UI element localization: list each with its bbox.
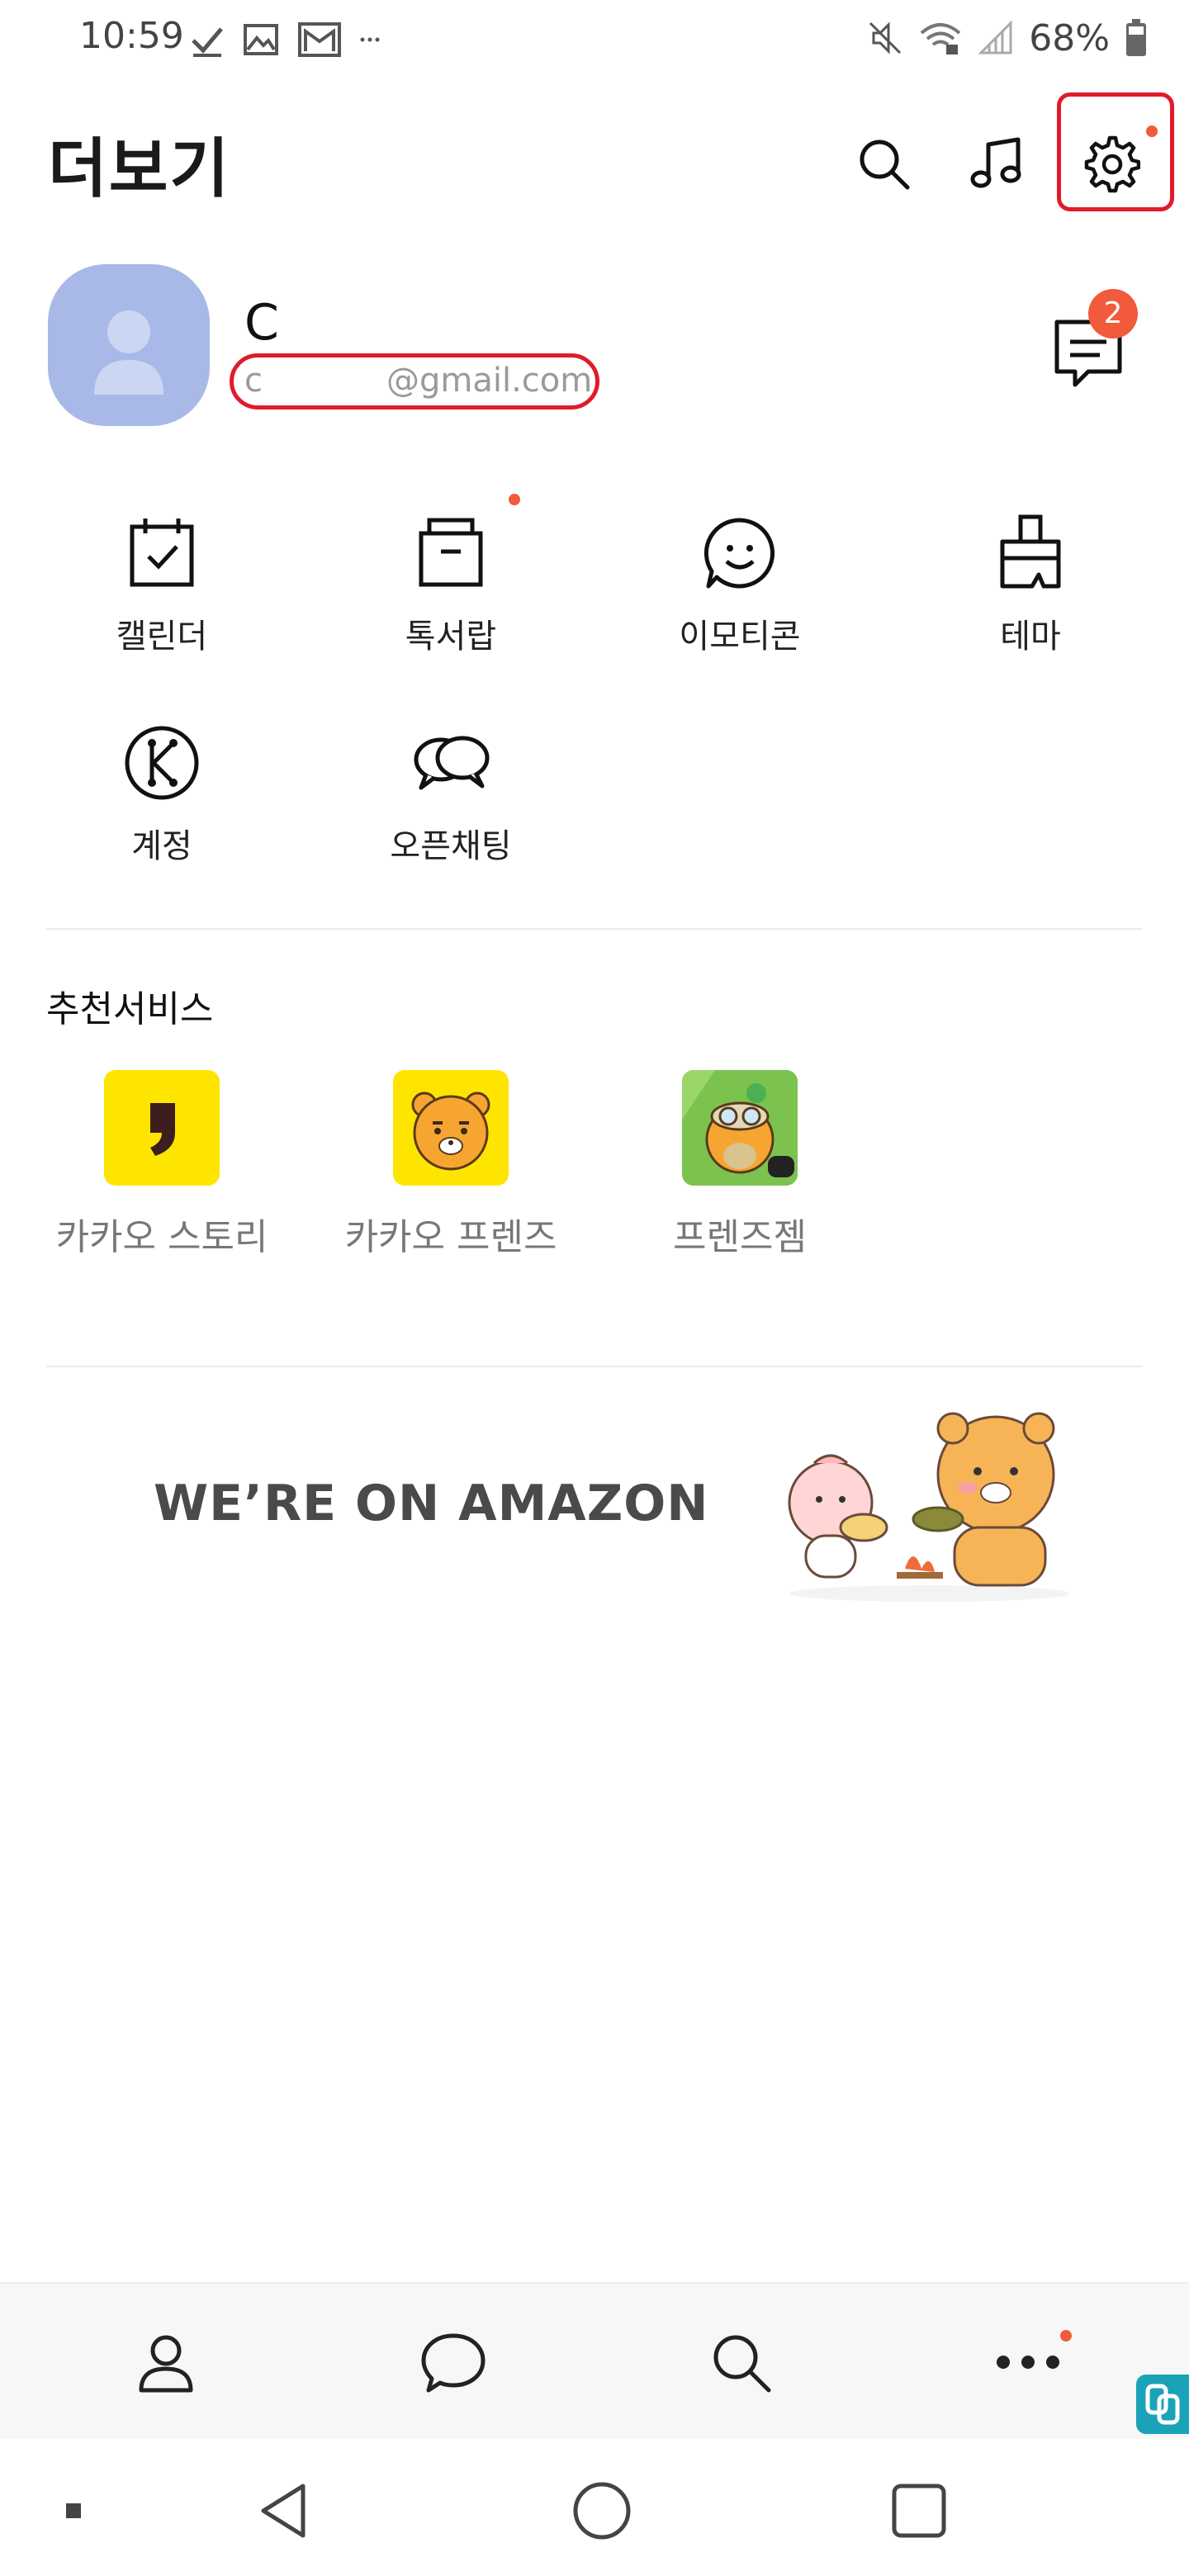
nav-more[interactable] [983, 2317, 1073, 2408]
section-divider [46, 1366, 1143, 1367]
nav-friends[interactable] [121, 2317, 211, 2408]
unread-badge: 2 [1088, 289, 1138, 339]
sys-back-button[interactable] [248, 2474, 322, 2548]
theme-brush-icon [1000, 514, 1061, 589]
more-notification-dot [1060, 2330, 1072, 2342]
search-button[interactable] [844, 124, 923, 203]
menu-label: 계정 [131, 827, 192, 865]
gmail-icon [298, 22, 341, 57]
bottom-navigation [0, 2282, 1189, 2439]
battery-percent: 68% [1029, 17, 1110, 59]
view-search-icon [713, 2335, 771, 2393]
nav-view[interactable] [695, 2317, 786, 2408]
page-title: 더보기 [48, 132, 231, 206]
settings-highlight-box [1057, 92, 1174, 211]
friends-gem-icon [682, 1070, 798, 1186]
kakao-characters-illustration [788, 1412, 1070, 1602]
sys-home-button[interactable] [565, 2474, 639, 2548]
image-icon [244, 24, 278, 55]
recents-icon [892, 2484, 946, 2538]
back-icon [261, 2484, 306, 2538]
system-navigation-bar [0, 2441, 1189, 2576]
banner-text: WE’RE ON AMAZON [154, 1475, 709, 1532]
menu-label: 테마 [1000, 618, 1061, 656]
menu-item-theme[interactable]: 테마 [907, 512, 1154, 694]
open-chat-icon [414, 736, 490, 790]
menu-item-open-chat[interactable]: 오픈채팅 [327, 722, 575, 903]
calendar-icon [130, 519, 194, 587]
drawer-notification-dot [509, 494, 520, 505]
friends-icon [139, 2335, 193, 2393]
status-left-icons [190, 18, 380, 61]
default-avatar-icon [94, 310, 163, 395]
floating-helper-button[interactable] [1136, 2375, 1189, 2434]
link-icon [1145, 2384, 1180, 2425]
chats-icon [421, 2333, 486, 2393]
mute-icon [869, 21, 902, 54]
kakao-account-icon [125, 726, 199, 800]
small-square-icon [66, 2503, 81, 2518]
status-right-icons: 68% [867, 15, 1148, 61]
profile-section[interactable]: C c @gmail.com 2 [0, 248, 1189, 446]
rec-label: 카카오 프렌즈 [344, 1216, 557, 1258]
check-icon [192, 27, 223, 57]
more-icon [997, 2356, 1059, 2369]
section-title-recommended: 추천서비스 [46, 988, 214, 1030]
kakao-story-icon [104, 1070, 220, 1186]
rec-label: 프렌즈젬 [673, 1216, 807, 1258]
kakao-friends-icon [393, 1070, 509, 1186]
rec-label: 카카오 스토리 [55, 1216, 268, 1258]
menu-label: 이모티콘 [679, 618, 801, 656]
menu-label: 오픈채팅 [390, 827, 512, 865]
profile-name: C [244, 294, 279, 352]
drawer-icon [419, 518, 483, 587]
rec-item-kakao-friends[interactable]: 카카오 프렌즈 [310, 1070, 591, 1268]
sys-extra-button[interactable] [36, 2474, 111, 2548]
search-icon [860, 140, 910, 190]
menu-item-emoticon[interactable]: 이모티콘 [616, 512, 864, 694]
home-icon [573, 2482, 631, 2540]
avatar[interactable] [48, 264, 210, 426]
wifi-icon [920, 23, 961, 54]
rec-item-friends-gem[interactable]: 프렌즈젬 [599, 1070, 880, 1268]
emoticon-icon [703, 518, 775, 589]
music-icon [970, 137, 1021, 188]
header: 더보기 [0, 91, 1189, 223]
menu-label: 톡서랍 [405, 618, 497, 656]
status-time: 10:59 [79, 15, 184, 57]
battery-icon [1126, 19, 1146, 56]
menu-item-account[interactable]: 계정 [38, 722, 286, 903]
amazon-banner[interactable]: WE’RE ON AMAZON [46, 1371, 1143, 1643]
menu-label: 캘린더 [116, 618, 208, 656]
menu-item-calendar[interactable]: 캘린더 [38, 512, 286, 694]
signal-icon [978, 20, 1012, 54]
status-bar: 10:59 68% [0, 0, 1189, 79]
more-dots-icon [360, 37, 380, 42]
section-divider [46, 928, 1143, 930]
sys-recents-button[interactable] [882, 2474, 956, 2548]
menu-item-drawer[interactable]: 톡서랍 [327, 512, 575, 694]
email-highlight-box [230, 353, 599, 410]
nav-chats[interactable] [408, 2317, 499, 2408]
music-button[interactable] [958, 124, 1037, 203]
rec-item-kakao-story[interactable]: 카카오 스토리 [21, 1070, 302, 1268]
